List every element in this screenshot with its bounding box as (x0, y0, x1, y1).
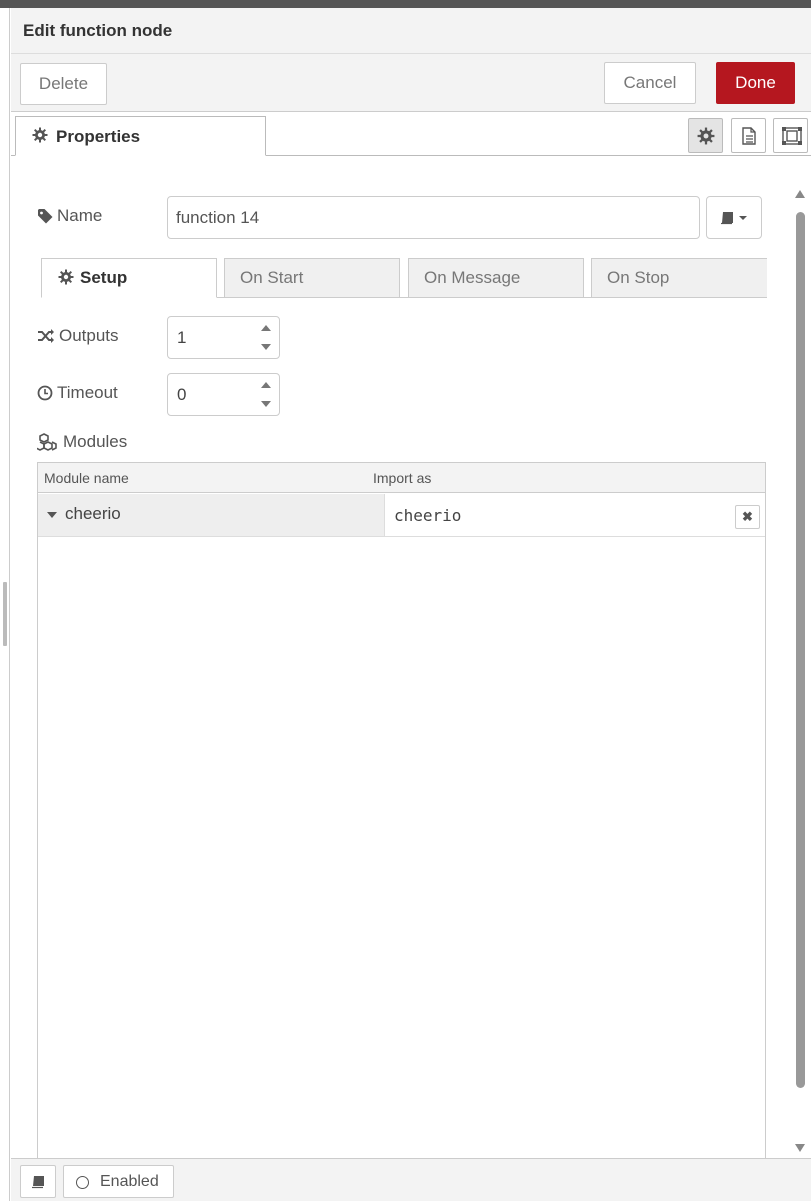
properties-panel: Name function 14 Setup On Start On Messa… (11, 156, 811, 1162)
cancel-button[interactable]: Cancel (604, 62, 696, 104)
book-icon (32, 1176, 44, 1189)
gear-icon (32, 127, 48, 146)
tab-on-message[interactable]: On Message (408, 258, 584, 298)
column-import-as: Import as (373, 470, 432, 486)
library-button[interactable] (706, 196, 762, 239)
chevron-up-icon[interactable] (261, 382, 271, 388)
tray-header: Edit function node (11, 8, 811, 54)
window-top-strip (0, 0, 811, 8)
table-row: cheerio cheerio ✖ (38, 494, 765, 537)
outputs-spinner[interactable]: 1 (167, 316, 280, 359)
caret-down-icon[interactable] (47, 512, 57, 518)
modules-table: Module name Import as cheerio cheerio ✖ (37, 462, 766, 1162)
scroll-down-icon[interactable] (795, 1144, 805, 1152)
tray-tabs: Properties (11, 112, 811, 156)
scroll-up-icon[interactable] (795, 190, 805, 198)
timeout-label-row: Timeout (37, 383, 118, 403)
import-as-field[interactable]: cheerio (394, 506, 461, 525)
outputs-stepper[interactable] (253, 317, 279, 358)
module-name: cheerio (65, 504, 121, 523)
book-icon (721, 212, 747, 225)
editor-left-edge (0, 8, 10, 1201)
cubes-icon (37, 433, 57, 451)
tab-on-start[interactable]: On Start (224, 258, 400, 298)
clock-icon (37, 385, 53, 401)
tray-title: Edit function node (23, 21, 173, 40)
chevron-up-icon[interactable] (261, 325, 271, 331)
file-text-icon (742, 127, 756, 145)
properties-tab-button[interactable] (688, 118, 723, 153)
timeout-label: Timeout (57, 383, 118, 402)
description-tab-button[interactable] (731, 118, 766, 153)
timeout-value: 0 (177, 385, 187, 404)
tag-icon (38, 209, 53, 224)
tray-footer: Enabled (11, 1158, 811, 1201)
outputs-value: 1 (177, 328, 187, 347)
edit-tray: Edit function node Delete Cancel Done Pr… (11, 8, 811, 1201)
appearance-icon (782, 127, 802, 145)
tab-properties[interactable]: Properties (15, 116, 266, 156)
vertical-scrollbar[interactable] (794, 190, 806, 1152)
name-label-row: Name (37, 206, 102, 226)
done-button[interactable]: Done (716, 62, 795, 104)
tray-toolbar: Delete Cancel Done (11, 54, 811, 112)
modules-table-header: Module name Import as (38, 463, 765, 493)
node-help-button[interactable] (20, 1165, 56, 1198)
tab-setup-label: Setup (80, 268, 128, 287)
outputs-label: Outputs (59, 326, 119, 345)
delete-button[interactable]: Delete (20, 63, 107, 105)
resize-handle[interactable] (3, 582, 7, 646)
outputs-label-row: Outputs (37, 326, 119, 346)
circle-icon (76, 1176, 89, 1189)
timeout-stepper[interactable] (253, 374, 279, 415)
enabled-label: Enabled (100, 1173, 159, 1190)
timeout-spinner[interactable]: 0 (167, 373, 280, 416)
remove-module-button[interactable]: ✖ (735, 505, 760, 529)
module-name-field[interactable]: cheerio (38, 494, 385, 536)
modules-label-row: Modules (37, 432, 127, 452)
chevron-down-icon[interactable] (261, 401, 271, 407)
scroll-thumb[interactable] (796, 212, 805, 1088)
tab-on-stop[interactable]: On Stop (591, 258, 767, 298)
gear-icon (58, 269, 74, 290)
chevron-down-icon[interactable] (261, 344, 271, 350)
gear-icon (697, 127, 715, 145)
name-input[interactable]: function 14 (167, 196, 700, 239)
enabled-toggle[interactable]: Enabled (63, 1165, 174, 1198)
close-icon: ✖ (742, 509, 753, 524)
modules-label: Modules (63, 432, 128, 451)
name-label: Name (57, 206, 103, 225)
tab-setup[interactable]: Setup (41, 258, 217, 298)
column-module-name: Module name (44, 470, 129, 486)
tab-properties-label: Properties (56, 127, 141, 146)
appearance-tab-button[interactable] (773, 118, 808, 153)
random-icon (38, 329, 54, 343)
